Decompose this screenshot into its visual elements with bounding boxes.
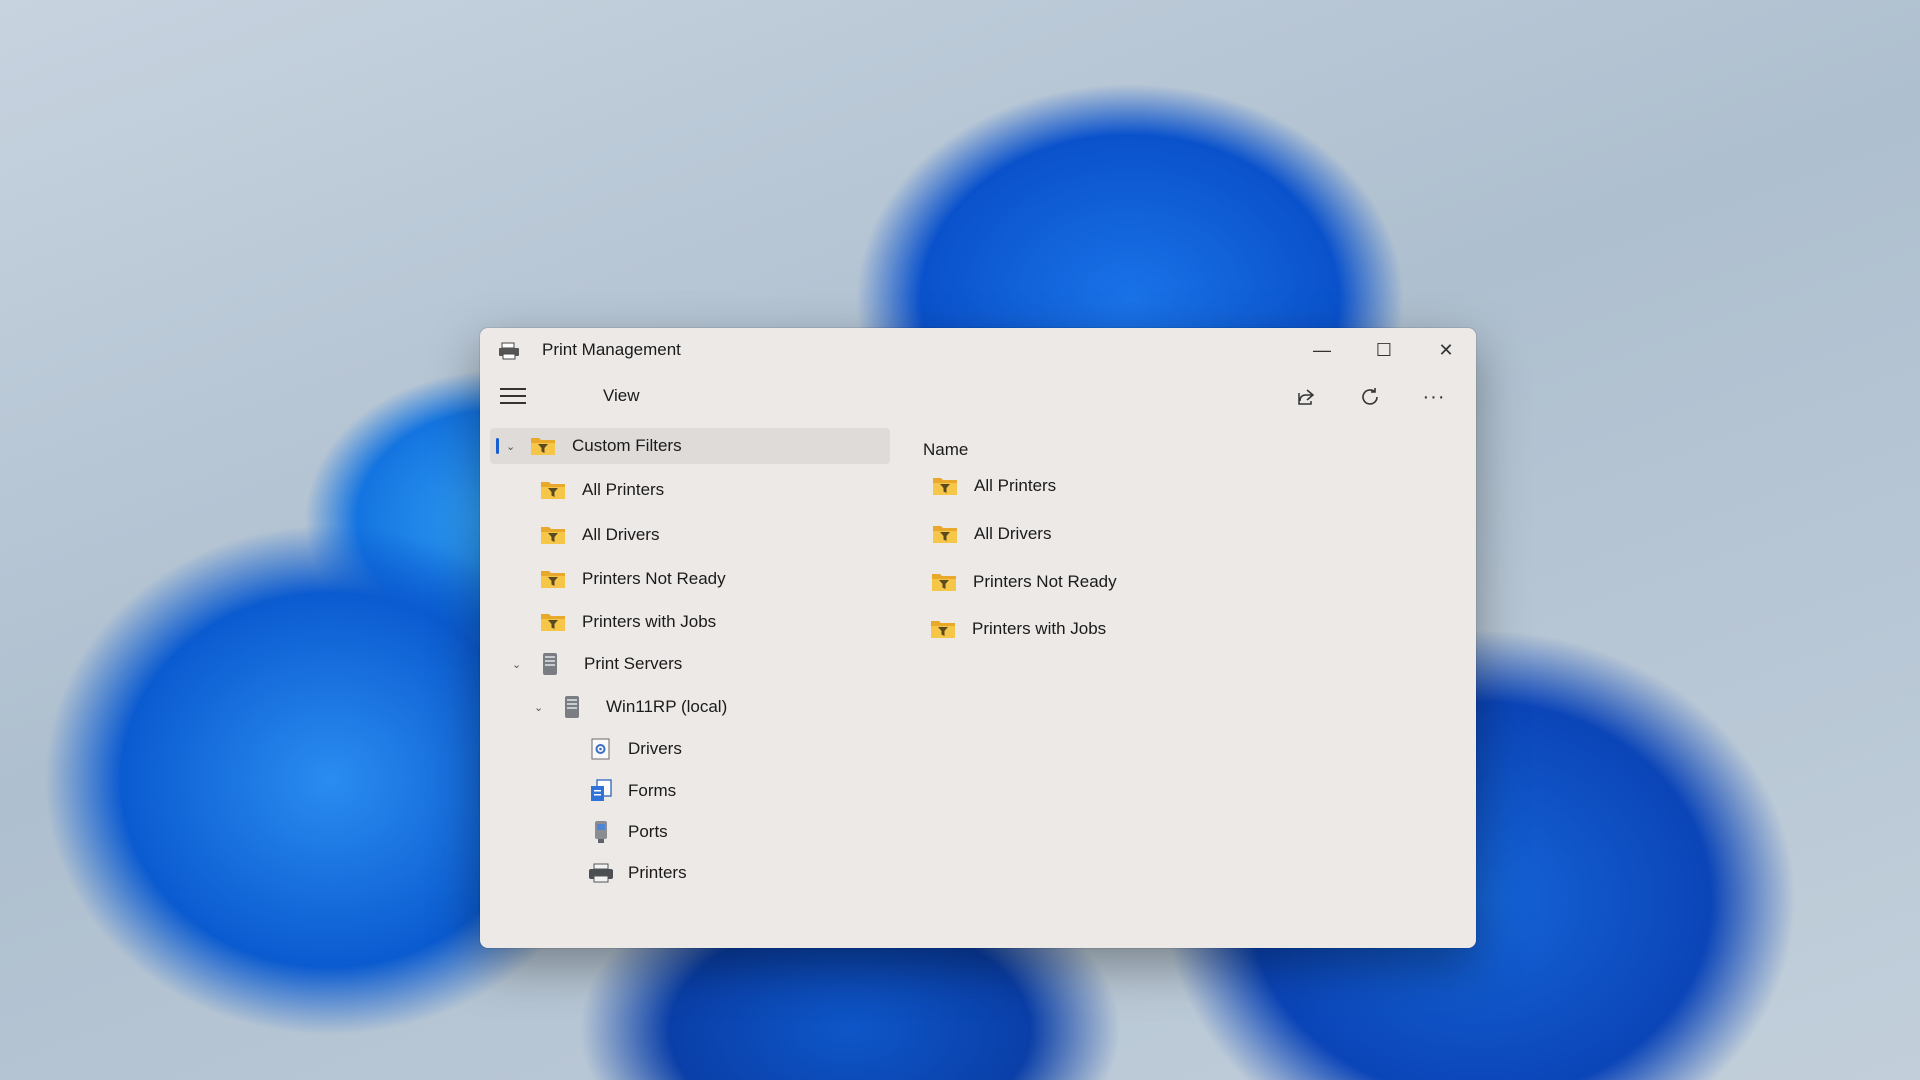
tree-item-forms[interactable]: Forms (490, 773, 890, 809)
tree-item-drivers[interactable]: Drivers (490, 731, 890, 767)
close-button[interactable]: ✕ (1418, 328, 1474, 372)
tree-item-all-printers[interactable]: All Printers (490, 472, 890, 508)
tree-item-printers-with-jobs[interactable]: Printers with Jobs (490, 604, 890, 640)
menu-bar: View ··· (480, 374, 1476, 418)
filter-folder-icon (541, 527, 565, 544)
filter-folder-icon (931, 621, 955, 638)
list-item-all-printers[interactable]: All Printers (932, 468, 1056, 504)
forms-icon (591, 779, 612, 801)
list-item-all-drivers[interactable]: All Drivers (932, 516, 1051, 552)
server-icon (543, 653, 557, 675)
tree-item-printers-not-ready[interactable]: Printers Not Ready (490, 561, 890, 597)
tree-item-label: Drivers (628, 739, 682, 758)
filter-folder-icon (933, 526, 957, 543)
chevron-down-icon[interactable]: ⌄ (534, 701, 543, 714)
navigation-tree: ⌄ Custom Filters All Printers All Driver… (480, 428, 900, 938)
share-icon[interactable] (1288, 380, 1324, 414)
maximize-button[interactable]: ☐ (1356, 328, 1412, 372)
list-item-printers-with-jobs[interactable]: Printers with Jobs (930, 611, 1106, 647)
more-options-button[interactable]: ··· (1416, 380, 1452, 414)
tree-item-label: Printers with Jobs (582, 612, 717, 631)
print-management-window: Print Management — ☐ ✕ View ··· ⌄ Custom… (480, 328, 1476, 948)
hamburger-icon[interactable] (500, 388, 526, 406)
minimize-button[interactable]: — (1294, 328, 1350, 372)
tree-item-custom-filters[interactable]: ⌄ Custom Filters (490, 428, 890, 464)
refresh-icon[interactable] (1352, 380, 1388, 414)
list-item-label: Printers with Jobs (972, 619, 1107, 638)
filter-folder-icon (933, 478, 957, 495)
filter-folder-icon (541, 614, 565, 631)
driver-gear-icon (591, 738, 610, 760)
server-icon (565, 696, 579, 718)
tree-item-label: All Printers (582, 480, 665, 499)
list-item-label: Printers Not Ready (973, 572, 1117, 591)
tree-item-all-drivers[interactable]: All Drivers (490, 517, 890, 553)
tree-item-label: Print Servers (584, 654, 683, 673)
list-item-label: All Drivers (974, 524, 1052, 543)
list-item-printers-not-ready[interactable]: Printers Not Ready (931, 564, 1117, 600)
chevron-down-icon[interactable]: ⌄ (512, 658, 521, 671)
view-menu[interactable]: View (603, 386, 640, 406)
printer-app-icon (499, 342, 519, 360)
tree-item-label: Win11RP (local) (606, 697, 728, 716)
list-item-label: All Printers (974, 476, 1057, 495)
title-bar[interactable]: Print Management — ☐ ✕ (480, 328, 1476, 374)
tree-item-print-servers[interactable]: ⌄ Print Servers (490, 646, 890, 682)
filter-folder-icon (541, 571, 565, 588)
name-column-header[interactable]: Name (923, 440, 968, 460)
filter-folder-icon (541, 482, 565, 499)
filter-folder-icon (932, 574, 956, 591)
chevron-down-icon[interactable]: ⌄ (506, 440, 515, 453)
filter-folder-icon (531, 438, 555, 455)
tree-item-printers[interactable]: Printers (490, 855, 890, 891)
tree-item-ports[interactable]: Ports (490, 814, 890, 850)
port-icon (595, 821, 607, 843)
selection-indicator (496, 438, 499, 454)
tree-item-label: Printers Not Ready (582, 569, 726, 588)
tree-item-label: Ports (628, 822, 668, 841)
printer-icon (589, 863, 613, 883)
tree-item-win11rp-local[interactable]: ⌄ Win11RP (local) (490, 689, 890, 725)
tree-item-label: Forms (628, 781, 677, 800)
tree-item-label: Printers (628, 863, 687, 882)
tree-item-label: All Drivers (582, 525, 660, 544)
window-title: Print Management (542, 340, 681, 359)
tree-item-label: Custom Filters (572, 436, 682, 455)
